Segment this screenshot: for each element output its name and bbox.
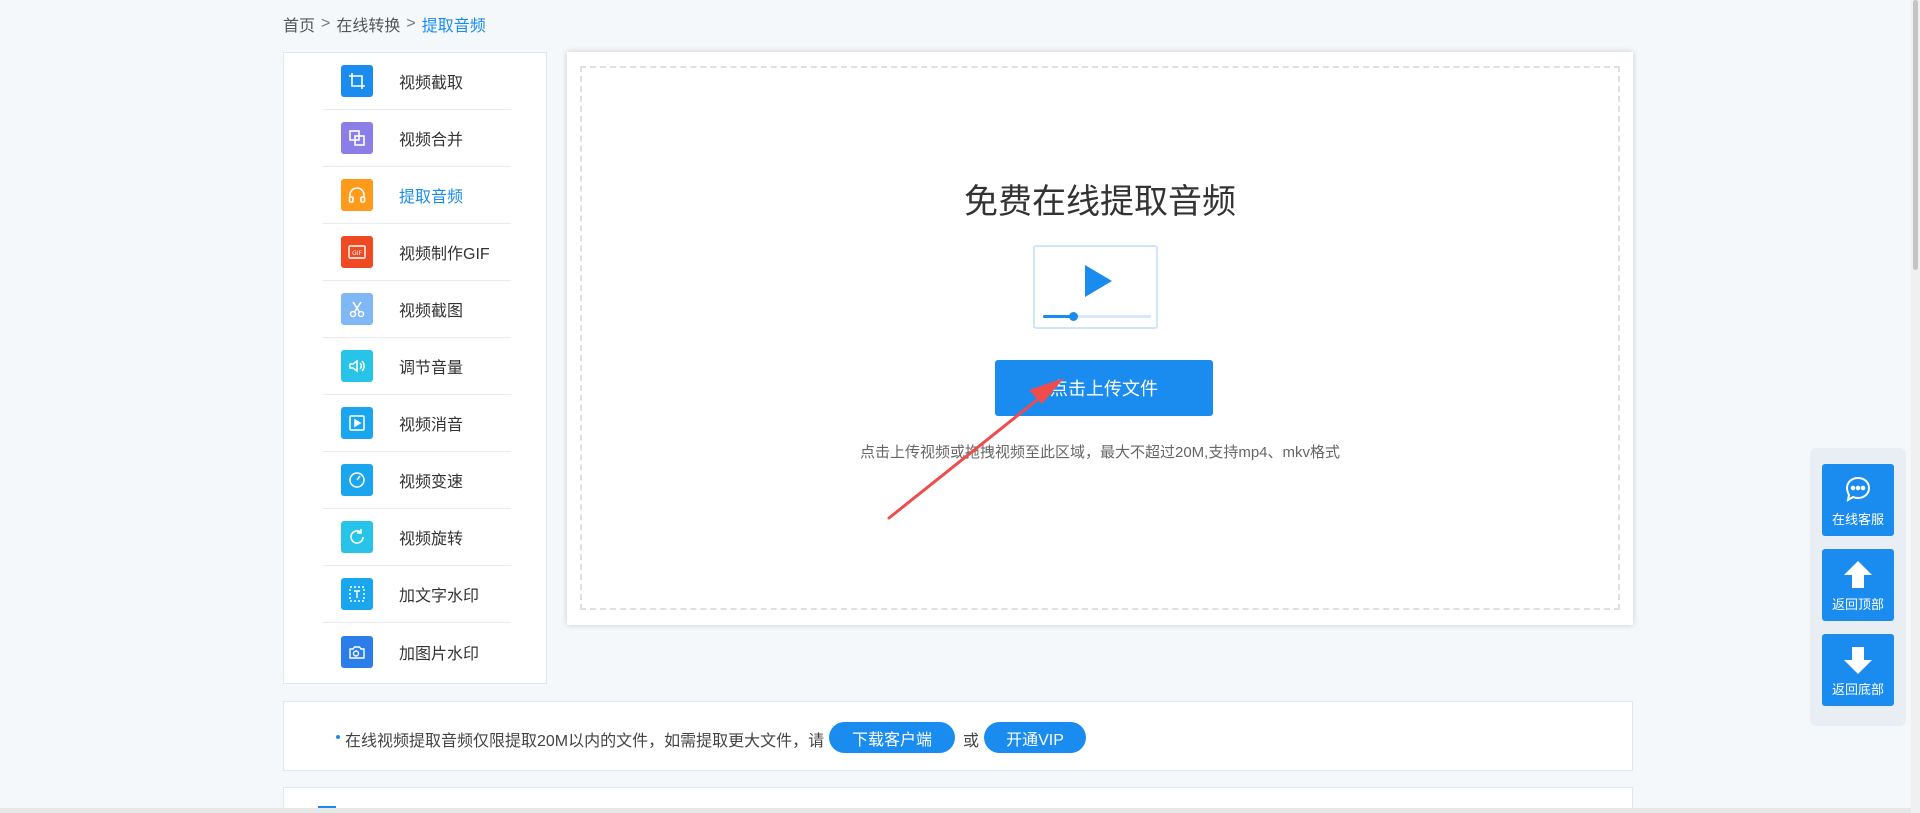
back-to-bottom-button[interactable]: 返回底部 — [1822, 634, 1894, 706]
vertical-scrollbar[interactable] — [1911, 0, 1920, 813]
sidebar-item-adjust-volume[interactable]: 调节音量 — [323, 338, 511, 395]
sidebar-item-text-watermark[interactable]: 加文字水印 — [323, 566, 511, 623]
image-watermark-icon — [341, 635, 373, 668]
scissors-icon — [341, 293, 373, 325]
sidebar-item-label: 提取音频 — [399, 189, 464, 206]
upload-hint: 点击上传视频或拖拽视频至此区域，最大不超过20M,支持mp4、mkv格式 — [859, 444, 1341, 461]
sidebar-item-video-speed[interactable]: 视频变速 — [323, 452, 511, 509]
online-service-button[interactable]: 在线客服 — [1822, 464, 1894, 536]
page-title: 免费在线提取音频 — [964, 183, 1236, 221]
sidebar-item-video-rotate[interactable]: 视频旋转 — [323, 509, 511, 566]
bullet-dot — [336, 735, 340, 739]
sidebar-item-video-screenshot[interactable]: 视频截图 — [323, 281, 511, 338]
sidebar-item-label: 视频截取 — [399, 75, 464, 92]
arrow-down-icon — [1844, 647, 1872, 674]
video-player-icon — [1033, 245, 1158, 329]
sidebar-item-video-merge[interactable]: 视频合并 — [323, 110, 511, 167]
online-service-label: 在线客服 — [1831, 512, 1884, 527]
notice-text: 在线视频提取音频仅限提取20M以内的文件，如需提取更大文件，请 — [345, 733, 825, 750]
sidebar-item-label: 视频变速 — [399, 474, 464, 491]
sidebar-item-label: 调节音量 — [399, 360, 464, 377]
speedometer-icon — [341, 464, 373, 496]
sidebar-item-extract-audio[interactable]: 提取音频 — [323, 167, 511, 224]
breadcrumb-separator: > — [321, 15, 331, 32]
sidebar-item-label: 视频旋转 — [399, 531, 464, 548]
gif-icon: GIF — [341, 236, 373, 268]
sidebar-item-video-mute[interactable]: 视频消音 — [323, 395, 511, 452]
breadcrumb: 首页 > 在线转换 > 提取音频 — [283, 12, 486, 36]
sidebar-item-video-trim[interactable]: 视频截取 — [323, 53, 511, 110]
sidebar-item-label: 加文字水印 — [399, 588, 480, 605]
back-to-top-label: 返回顶部 — [1831, 597, 1884, 612]
horizontal-scrollbar[interactable] — [0, 808, 1911, 813]
sidebar-item-label: 视频截图 — [399, 303, 464, 320]
crop-icon — [341, 65, 373, 97]
upload-file-button[interactable]: 点击上传文件 — [995, 360, 1213, 416]
download-client-button[interactable]: 下载客户端 — [829, 722, 955, 753]
merge-icon — [341, 122, 373, 154]
breadcrumb-current: 提取音频 — [421, 18, 486, 35]
chat-bubble-icon — [1845, 476, 1871, 503]
open-vip-button[interactable]: 开通VIP — [984, 722, 1086, 753]
sidebar-item-label: 加图片水印 — [399, 645, 480, 663]
upload-drop-zone[interactable] — [580, 66, 1620, 610]
scrollbar-thumb[interactable] — [1913, 0, 1918, 270]
sidebar-item-video-gif[interactable]: GIF 视频制作GIF — [323, 224, 511, 281]
progress-knob — [1069, 312, 1078, 321]
or-text: 或 — [963, 733, 980, 750]
sidebar: 视频截取 视频合并 提取音频 GIF 视频制作GIF 视频截图 调节音量 视频消… — [283, 52, 547, 684]
volume-icon — [341, 350, 373, 382]
arrow-up-icon — [1844, 561, 1872, 588]
sidebar-item-image-watermark[interactable]: 加图片水印 — [323, 623, 511, 680]
floating-toolbar: 在线客服 返回顶部 返回底部 — [1810, 448, 1906, 726]
sidebar-item-label: 视频消音 — [399, 417, 464, 434]
sidebar-item-label: 视频合并 — [399, 132, 464, 149]
back-to-top-button[interactable]: 返回顶部 — [1822, 549, 1894, 621]
svg-text:GIF: GIF — [352, 250, 362, 257]
back-to-bottom-label: 返回底部 — [1831, 682, 1884, 697]
play-icon — [1085, 265, 1112, 297]
text-watermark-icon — [341, 578, 373, 610]
headphones-icon — [341, 179, 373, 211]
sidebar-item-label: 视频制作GIF — [399, 246, 490, 263]
notice-bar: 在线视频提取音频仅限提取20M以内的文件，如需提取更大文件，请 下载客户端 或 … — [283, 701, 1633, 771]
breadcrumb-separator: > — [406, 15, 416, 32]
rotate-icon — [341, 521, 373, 553]
breadcrumb-home[interactable]: 首页 — [283, 12, 315, 36]
upload-panel: 免费在线提取音频 点击上传文件 点击上传视频或拖拽视频至此区域，最大不超过20M… — [567, 52, 1633, 625]
breadcrumb-category[interactable]: 在线转换 — [336, 12, 400, 36]
play-box-icon — [341, 407, 373, 439]
